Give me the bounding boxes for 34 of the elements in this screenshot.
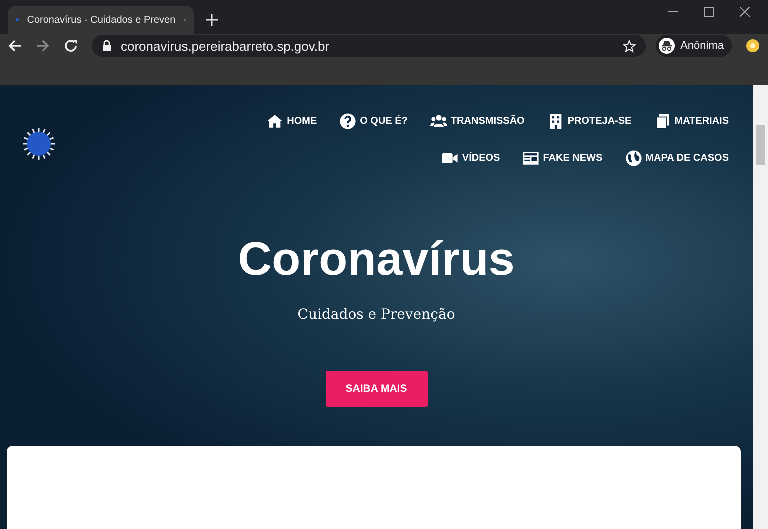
copy-icon (654, 113, 672, 130)
saiba-mais-button[interactable]: SAIBA MAIS (326, 371, 428, 407)
extension-icon[interactable] (746, 39, 760, 53)
address-bar[interactable]: coronavirus.pereirabarreto.sp.gov.br (92, 35, 646, 57)
profile-button[interactable]: Anônima (656, 35, 732, 57)
nav-link[interactable]: FAKE NEWS (522, 150, 603, 167)
reload-icon[interactable] (64, 39, 78, 53)
back-icon[interactable] (8, 39, 22, 53)
scrollbar[interactable] (753, 85, 768, 529)
scrollbar-thumb[interactable] (756, 125, 765, 165)
forward-icon[interactable] (36, 39, 50, 53)
nav-link[interactable]: MATERIAIS (654, 113, 729, 130)
tab-title: Coronavírus - Cuidados e Preven (27, 14, 176, 26)
hero-subtitle: Cuidados e Prevenção (298, 307, 456, 323)
incognito-icon (658, 38, 675, 54)
nav-link[interactable]: O QUE É? (339, 113, 408, 130)
url-text: coronavirus.pereirabarreto.sp.gov.br (121, 38, 331, 54)
virus-logo-icon[interactable] (22, 127, 56, 161)
nav-link[interactable]: MAPA DE CASOS (624, 150, 729, 167)
maximize-icon[interactable] (704, 7, 714, 17)
nav-link[interactable]: HOME (266, 113, 318, 130)
new-tab-icon[interactable] (206, 14, 218, 26)
star-icon[interactable] (622, 40, 636, 52)
close-icon[interactable] (740, 7, 750, 17)
nav-link[interactable]: PROTEJA-SE (546, 113, 632, 130)
nav-link[interactable]: VÍDEOS (441, 150, 500, 167)
help-icon (339, 113, 358, 130)
people-icon (430, 113, 448, 130)
browser-tab[interactable]: Coronavírus - Cuidados e Preven (8, 6, 194, 34)
nav-link[interactable]: TRANSMISSÃO (430, 113, 525, 130)
home-icon (266, 113, 284, 130)
hero-title: Coronavírus (238, 231, 515, 287)
lock-icon (102, 40, 112, 52)
newspaper-icon (522, 150, 540, 167)
